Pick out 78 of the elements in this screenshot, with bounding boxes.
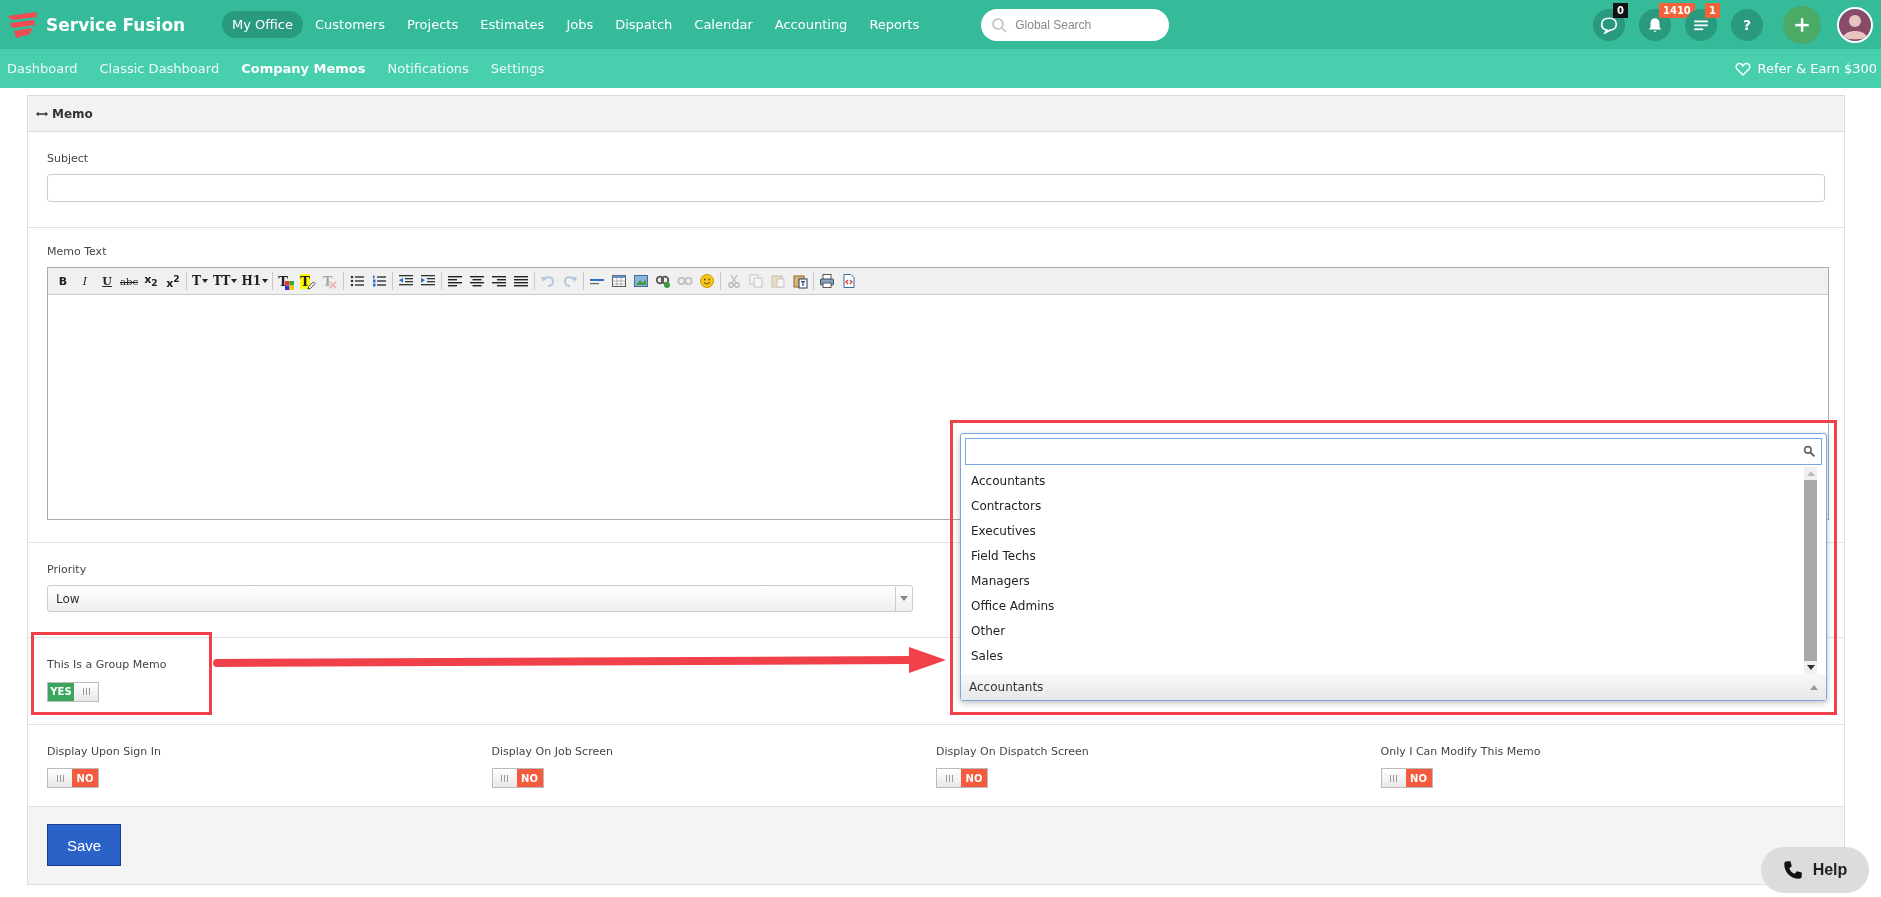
plus-icon [1793,15,1811,34]
dropdown-option[interactable]: Office Admins [965,594,1804,619]
toolbar-button[interactable]: T [189,270,211,292]
person-icon [1839,8,1871,41]
help-button[interactable]: Help [1761,847,1869,893]
field-label: Display Upon Sign In [47,744,162,759]
dropdown-search-field[interactable] [965,438,1822,465]
field-label: This Is a Group Memo [47,658,168,672]
grip-icon [56,774,64,782]
up-arrow-icon [1806,471,1815,476]
field-label: Priority [47,563,88,577]
dropdown-option[interactable]: Managers [965,569,1804,594]
count-badge: 1410 [1659,2,1695,18]
align-right-icon [491,273,508,289]
logo-icon [6,9,40,40]
dropdown-option[interactable]: Field Techs [965,544,1804,569]
bullet-list-icon [349,273,366,289]
field-label: Only I Can Modify This Memo [1380,744,1542,759]
toolbar-button[interactable]: B [52,270,74,292]
logo-text: Service Fusion [46,14,186,35]
toolbar-button[interactable]: U [96,270,118,292]
align-center-icon [469,273,486,289]
panel-title: Memo [52,106,93,121]
down-arrow-icon [1806,665,1815,670]
link-icon [655,273,672,289]
clipboard-icon [792,273,809,289]
field-label: Subject [47,152,90,166]
toolbar-button[interactable]: x$_{2}$ [140,270,162,292]
dropdown-option[interactable]: Accountants [965,469,1804,494]
toolbar-button[interactable]: T [275,270,298,292]
field-label: Display On Job Screen [491,744,614,759]
search-field[interactable]: Global Search [981,8,1170,41]
justify-icon [513,273,530,289]
table-icon [611,273,628,289]
toolbar-button[interactable]: H1 [239,270,271,292]
clipboard-icon [770,273,787,289]
up-arrow-icon [1810,684,1818,690]
undo-icon [540,273,557,289]
count-badge: 1 [1705,2,1720,18]
numbered-list-icon [371,273,388,289]
dropdown-option[interactable]: Sales [965,644,1804,669]
count-badge: 0 [1613,2,1628,18]
grip-icon [945,774,953,782]
redo-icon [562,273,579,289]
save-button[interactable]: Save [47,824,121,866]
dropdown-option[interactable]: Contractors [965,494,1804,519]
toolbar-button[interactable]: x$^{2}$ [162,270,184,292]
grip-icon [82,688,90,695]
toolbar-button[interactable]: T [297,270,320,292]
toolbar-button[interactable]: I [74,270,96,292]
search-icon [1803,445,1816,458]
source-code-icon [841,273,858,289]
priority-select[interactable]: Low [47,585,913,612]
image-icon [633,273,650,289]
caret-icon [900,596,908,601]
scissors-icon [726,273,743,289]
dropdown-option[interactable]: Other [965,619,1804,644]
smiley-icon [699,273,716,289]
toolbar-button[interactable]: abc [118,270,140,292]
field-label: Memo Text [47,245,108,259]
field-label: Display On Dispatch Screen [936,744,1090,759]
dropdown-option[interactable]: Executives [965,519,1804,544]
align-left-icon [447,273,464,289]
phone-icon [1782,860,1803,880]
grip-icon [501,774,508,782]
group-select[interactable]: Accountants [961,674,1826,700]
resize-arrows-icon [36,109,48,118]
heart-icon [1735,60,1752,77]
grip-icon [1390,774,1397,782]
printer-icon [819,273,836,289]
chat-button[interactable] [1593,8,1625,41]
avatar[interactable] [1837,6,1873,43]
copy-icon [748,273,765,289]
chat-icon [1600,15,1618,34]
bell-icon [1646,15,1664,34]
subject-field[interactable] [47,174,1825,202]
toolbar-button[interactable]: TT [211,270,240,292]
add-button[interactable] [1783,5,1821,44]
